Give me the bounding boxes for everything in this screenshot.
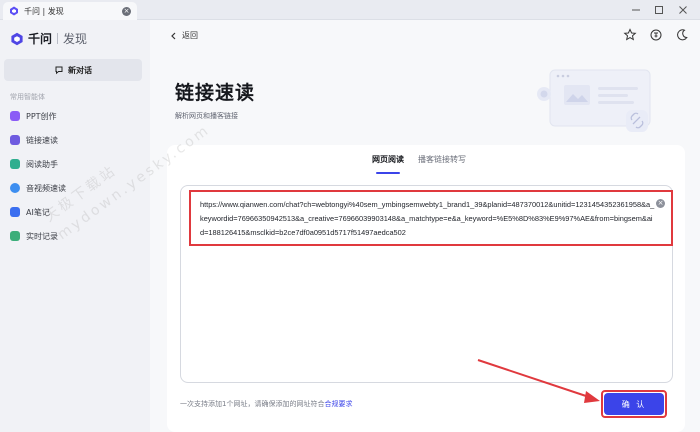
- note-icon: [10, 207, 20, 217]
- title-bar: 千问 | 发现 ×: [0, 0, 700, 20]
- new-chat-icon: [55, 66, 63, 75]
- minimize-icon[interactable]: [628, 3, 644, 17]
- media-icon: [10, 183, 20, 193]
- sidebar-item-label: 实时记录: [26, 231, 58, 241]
- url-input[interactable]: https://www.qianwen.com/chat?ch=webtongy…: [200, 198, 655, 240]
- new-chat-label: 新对话: [68, 65, 92, 75]
- section-label: 常用智能体: [10, 93, 45, 101]
- hint-label: 一次支持添加1个网址，请确保添加的网址符合: [180, 400, 325, 408]
- tab-web-reading[interactable]: 网页阅读: [372, 154, 404, 174]
- url-highlight-frame: https://www.qianwen.com/chat?ch=webtongy…: [189, 190, 673, 246]
- compliance-link[interactable]: 合规要求: [324, 400, 352, 408]
- translate-icon[interactable]: [649, 28, 663, 42]
- sidebar-item-label: PPT创作: [26, 111, 57, 121]
- brand-section: 发现: [63, 32, 88, 46]
- back-button[interactable]: 返回: [170, 30, 198, 41]
- dark-mode-moon-icon[interactable]: [675, 28, 689, 42]
- reader-icon: [10, 159, 20, 169]
- clear-input-icon[interactable]: ×: [656, 199, 665, 208]
- link-reader-illustration-icon: [537, 69, 651, 132]
- back-label: 返回: [182, 31, 198, 40]
- chevron-left-icon: [171, 32, 176, 39]
- brand-divider: [57, 33, 59, 44]
- brand[interactable]: 千问 发现: [10, 30, 87, 47]
- qianwen-logo-icon: [10, 6, 18, 16]
- sidebar-item-label: 音视频速读: [26, 183, 66, 193]
- sidebar-item-ppt[interactable]: PPT创作: [10, 104, 140, 128]
- brand-name: 千问: [28, 32, 53, 46]
- browser-tab[interactable]: 千问 | 发现 ×: [3, 2, 137, 20]
- close-window-icon[interactable]: [675, 3, 691, 17]
- maximize-icon[interactable]: [651, 3, 667, 17]
- star-icon[interactable]: [623, 28, 637, 42]
- record-icon: [10, 231, 20, 241]
- confirm-button[interactable]: 确 认: [604, 393, 664, 415]
- tab-title: 千问 | 发现: [24, 6, 64, 16]
- ppt-icon: [10, 111, 20, 121]
- sidebar-item-label: 阅读助手: [26, 159, 58, 169]
- new-chat-button[interactable]: 新对话: [4, 59, 142, 81]
- sidebar-item-label: 链接速读: [26, 135, 58, 145]
- tab-close-icon[interactable]: ×: [122, 6, 131, 16]
- sidebar-item-link-reader[interactable]: 链接速读: [10, 128, 140, 152]
- tab-podcast-transcribe[interactable]: 播客链接转写: [418, 154, 466, 174]
- mode-tabs: 网页阅读 播客链接转写: [372, 154, 480, 174]
- link-icon: [10, 135, 20, 145]
- qianwen-logo-icon: [11, 32, 23, 45]
- hint-text: 一次支持添加1个网址，请确保添加的网址符合合规要求: [180, 399, 352, 409]
- url-input-box[interactable]: https://www.qianwen.com/chat?ch=webtongy…: [180, 185, 673, 383]
- link-reader-card: 网页阅读 播客链接转写 https://www.qianwen.com/chat…: [167, 145, 685, 432]
